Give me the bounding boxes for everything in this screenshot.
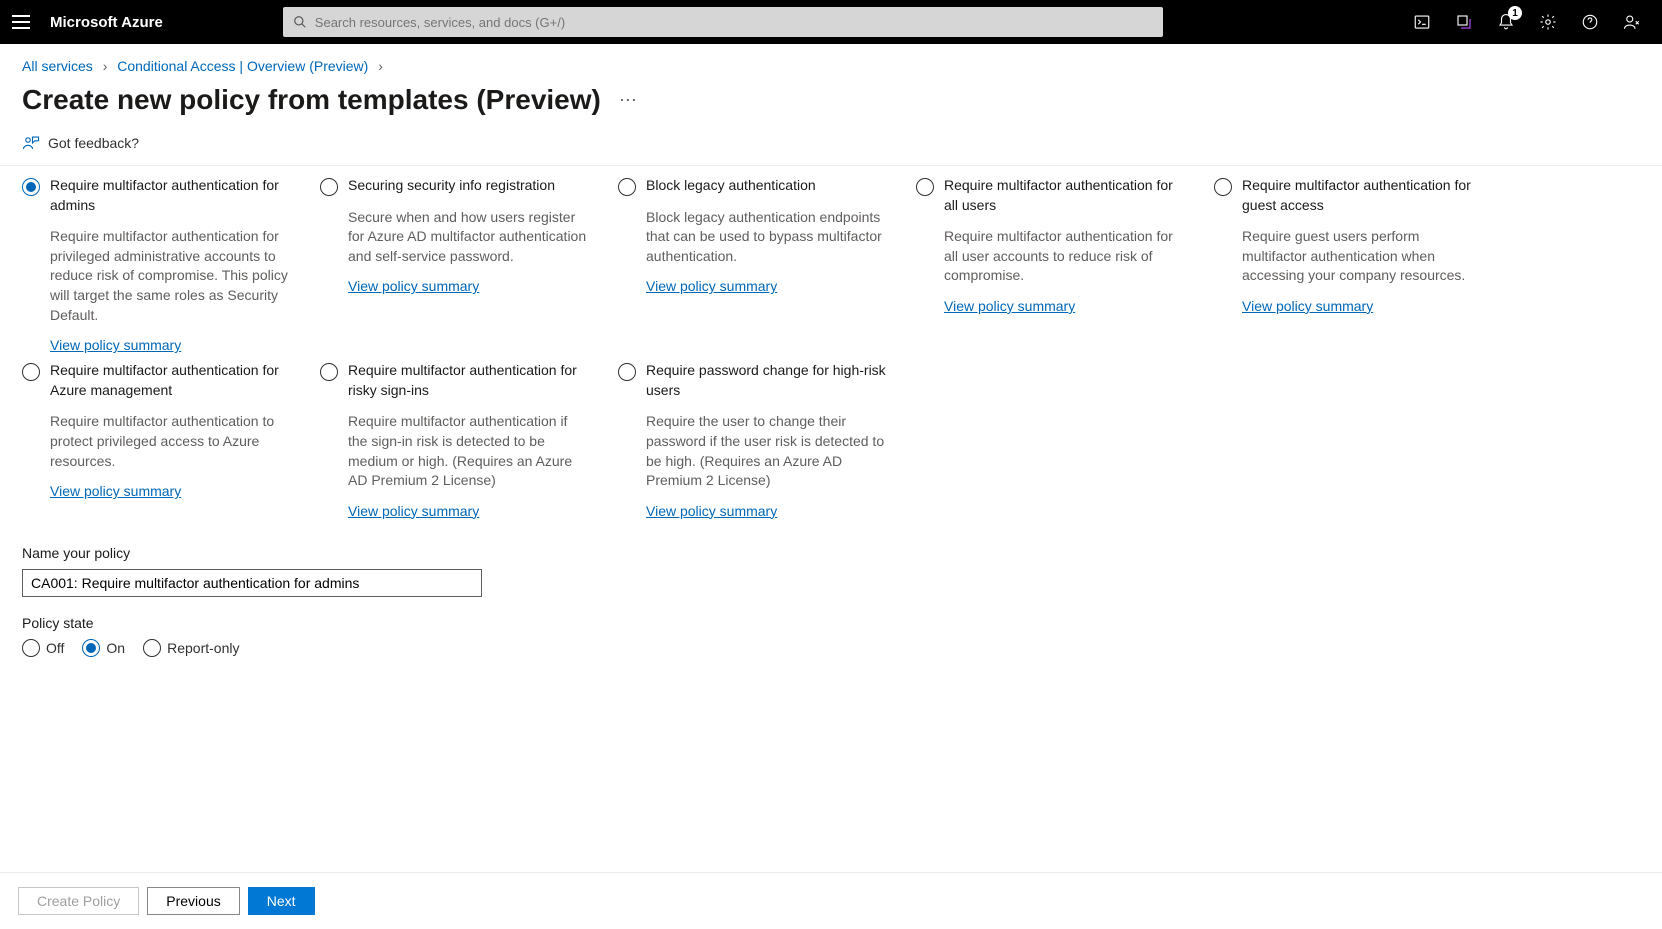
- view-policy-summary-link[interactable]: View policy summary: [348, 278, 479, 294]
- option-description: Block legacy authentication endpoints th…: [646, 208, 886, 267]
- option-title: Require multifactor authentication for A…: [50, 361, 290, 400]
- breadcrumb-item[interactable]: All services: [22, 58, 93, 74]
- more-icon[interactable]: ⋯: [619, 90, 637, 111]
- template-option[interactable]: Require multifactor authentication for A…: [22, 361, 290, 527]
- view-policy-summary-link[interactable]: View policy summary: [1242, 298, 1373, 314]
- radio-button[interactable]: [618, 178, 636, 196]
- radio-button[interactable]: [82, 639, 100, 657]
- brand-label: Microsoft Azure: [50, 14, 163, 31]
- view-policy-summary-link[interactable]: View policy summary: [646, 278, 777, 294]
- notifications-icon[interactable]: 1: [1496, 12, 1516, 32]
- template-option[interactable]: Block legacy authentication Block legacy …: [618, 176, 886, 361]
- radio-button[interactable]: [22, 178, 40, 196]
- got-feedback-label: Got feedback?: [48, 135, 139, 151]
- notification-badge: 1: [1508, 6, 1522, 20]
- state-label: Policy state: [22, 615, 1640, 631]
- search-input[interactable]: [315, 15, 1153, 30]
- option-title: Block legacy authentication: [646, 176, 886, 196]
- search-box[interactable]: [283, 7, 1163, 37]
- radio-button[interactable]: [320, 363, 338, 381]
- got-feedback-button[interactable]: Got feedback?: [22, 134, 139, 152]
- menu-icon[interactable]: [12, 12, 32, 32]
- state-option-label: On: [106, 640, 125, 656]
- name-label: Name your policy: [22, 545, 1640, 561]
- state-section: Policy state Off On Report-only: [22, 615, 1640, 657]
- radio-button[interactable]: [916, 178, 934, 196]
- search-icon: [293, 15, 307, 29]
- policy-state-option[interactable]: On: [82, 639, 125, 657]
- option-description: Require multifactor authentication for a…: [944, 227, 1184, 286]
- breadcrumb-item[interactable]: Conditional Access | Overview (Preview): [117, 58, 368, 74]
- page-title: Create new policy from templates (Previe…: [22, 84, 601, 116]
- view-policy-summary-link[interactable]: View policy summary: [348, 503, 479, 519]
- next-button[interactable]: Next: [248, 887, 315, 915]
- template-option[interactable]: Require multifactor authentication for r…: [320, 361, 588, 527]
- policy-name-input[interactable]: [22, 569, 482, 597]
- name-section: Name your policy: [22, 545, 1640, 597]
- radio-button[interactable]: [320, 178, 338, 196]
- create-policy-button: Create Policy: [18, 887, 139, 915]
- gear-icon[interactable]: [1538, 12, 1558, 32]
- option-title: Require multifactor authentication for g…: [1242, 176, 1482, 215]
- template-option[interactable]: Securing security info registration Secur…: [320, 176, 588, 361]
- view-policy-summary-link[interactable]: View policy summary: [944, 298, 1075, 314]
- page-title-row: Create new policy from templates (Previe…: [0, 78, 1662, 134]
- option-description: Require the user to change their passwor…: [646, 412, 886, 490]
- template-option[interactable]: Require multifactor authentication for a…: [22, 176, 290, 361]
- policy-state-option[interactable]: Report-only: [143, 639, 239, 657]
- radio-button[interactable]: [143, 639, 161, 657]
- previous-button[interactable]: Previous: [147, 887, 239, 915]
- radio-button[interactable]: [618, 363, 636, 381]
- option-title: Require multifactor authentication for a…: [944, 176, 1184, 215]
- view-policy-summary-link[interactable]: View policy summary: [646, 503, 777, 519]
- cloud-shell-icon[interactable]: [1412, 12, 1432, 32]
- option-description: Require multifactor authentication to pr…: [50, 412, 290, 471]
- option-description: Require multifactor authentication for p…: [50, 227, 290, 325]
- radio-button[interactable]: [1214, 178, 1232, 196]
- option-description: Require guest users perform multifactor …: [1242, 227, 1482, 286]
- help-icon[interactable]: [1580, 12, 1600, 32]
- feedback-icon[interactable]: [1622, 12, 1642, 32]
- top-bar: Microsoft Azure 1: [0, 0, 1662, 44]
- chevron-right-icon: ›: [103, 58, 108, 74]
- option-title: Require multifactor authentication for a…: [50, 176, 290, 215]
- template-option[interactable]: Require multifactor authentication for g…: [1214, 176, 1482, 361]
- footer: Create Policy Previous Next: [0, 872, 1662, 929]
- view-policy-summary-link[interactable]: View policy summary: [50, 337, 181, 353]
- option-title: Require password change for high-risk us…: [646, 361, 886, 400]
- template-option[interactable]: Require multifactor authentication for a…: [916, 176, 1184, 361]
- directories-icon[interactable]: [1454, 12, 1474, 32]
- radio-button[interactable]: [22, 639, 40, 657]
- option-description: Secure when and how users register for A…: [348, 208, 588, 267]
- radio-button[interactable]: [22, 363, 40, 381]
- option-description: Require multifactor authentication if th…: [348, 412, 588, 490]
- person-feedback-icon: [22, 134, 40, 152]
- option-title: Securing security info registration: [348, 176, 588, 196]
- toolbar: Got feedback?: [0, 134, 1662, 166]
- breadcrumb: All services › Conditional Access | Over…: [0, 44, 1662, 78]
- view-policy-summary-link[interactable]: View policy summary: [50, 483, 181, 499]
- template-options: Require multifactor authentication for a…: [22, 176, 1640, 527]
- policy-state-option[interactable]: Off: [22, 639, 64, 657]
- content: Require multifactor authentication for a…: [0, 166, 1662, 737]
- state-options: Off On Report-only: [22, 639, 1640, 657]
- state-option-label: Off: [46, 640, 64, 656]
- topbar-actions: 1: [1412, 12, 1650, 32]
- option-title: Require multifactor authentication for r…: [348, 361, 588, 400]
- state-option-label: Report-only: [167, 640, 239, 656]
- template-option[interactable]: Require password change for high-risk us…: [618, 361, 886, 527]
- chevron-right-icon: ›: [378, 58, 383, 74]
